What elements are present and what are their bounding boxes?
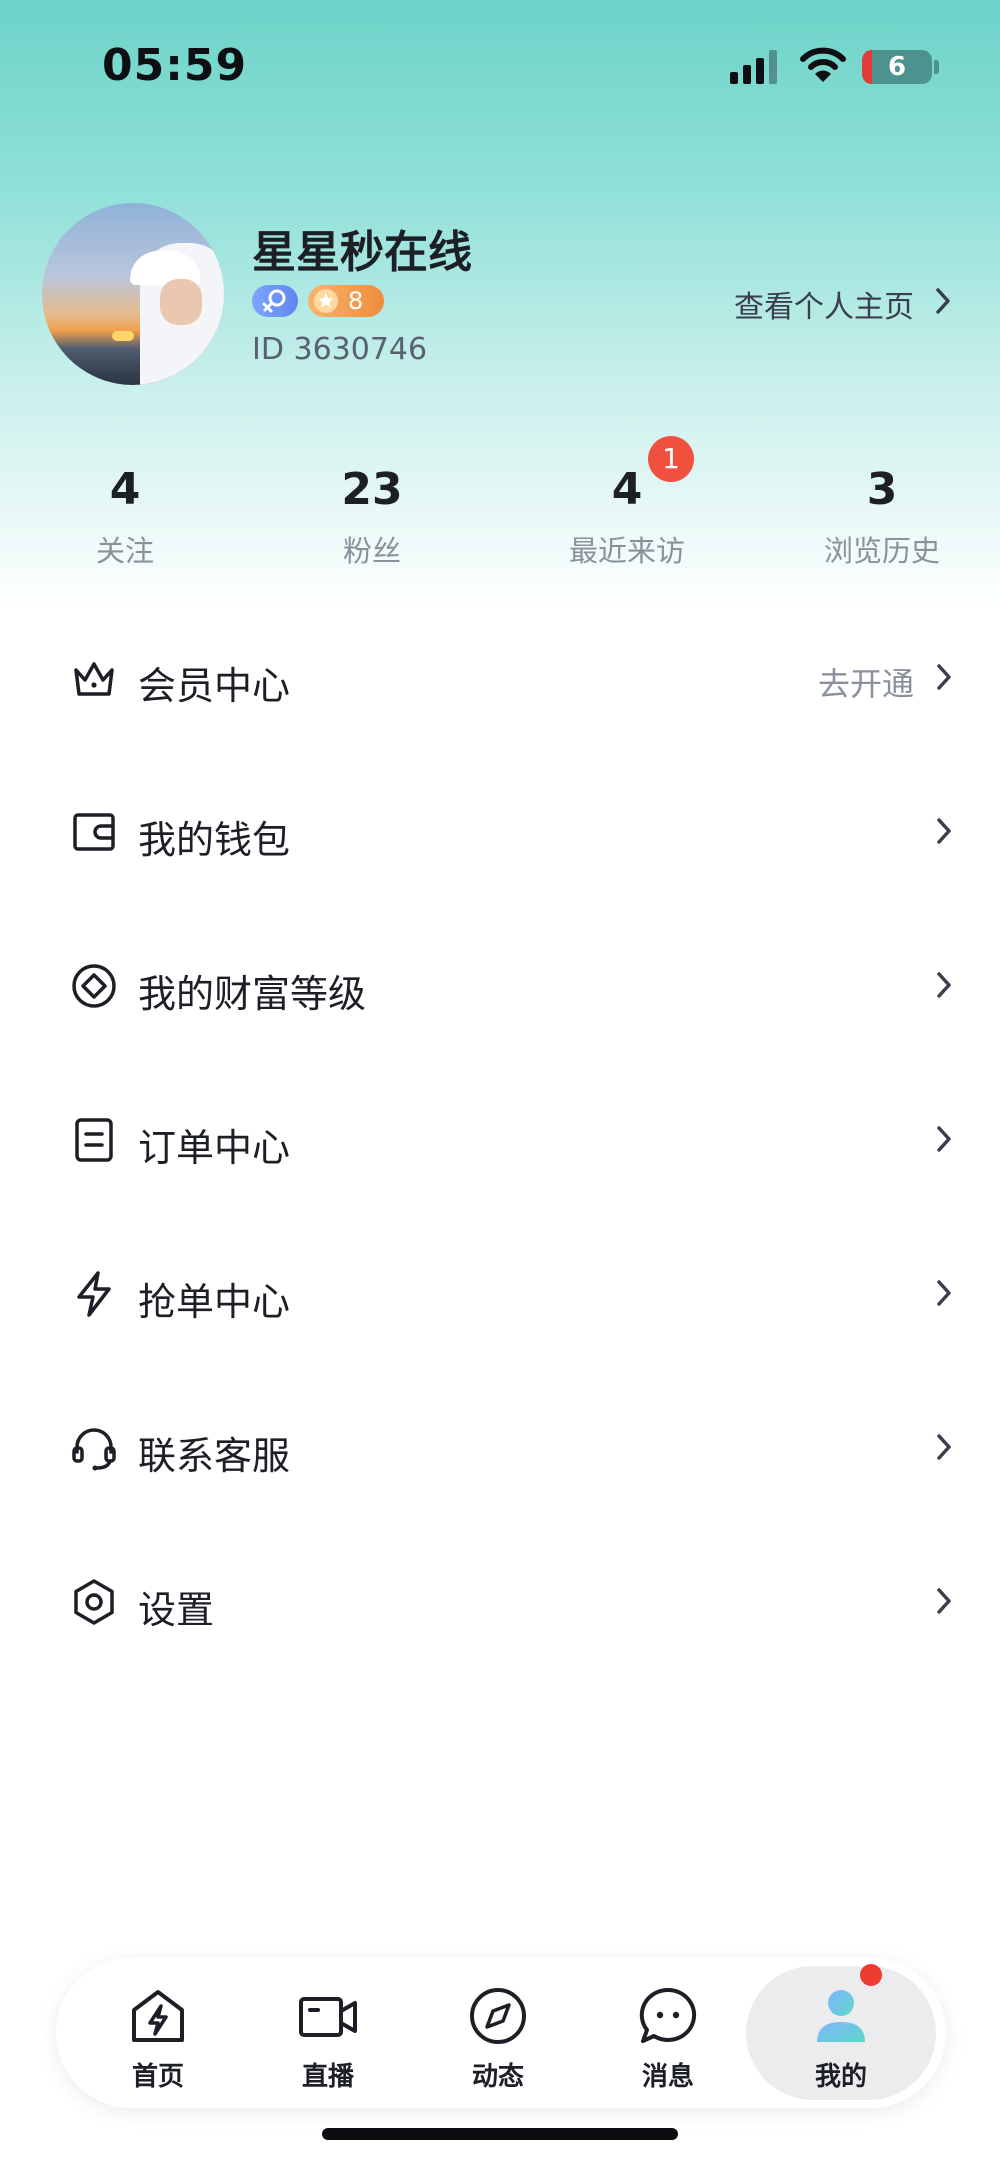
user-id: ID 3630746	[252, 332, 428, 367]
wifi-icon	[800, 47, 846, 82]
chat-bubble-icon	[639, 1987, 697, 2043]
tab-messages[interactable]: 消息	[583, 1958, 753, 2108]
menu-item-vip-center[interactable]: 会员中心 去开通	[0, 617, 1000, 737]
stat-value: 4	[109, 464, 141, 515]
stat-label: 最近来访	[568, 534, 685, 568]
chevron-right-icon[interactable]	[932, 286, 954, 316]
username: 星星秒在线	[252, 227, 472, 278]
tab-moments[interactable]: 动态	[413, 1958, 583, 2108]
gender-badge	[252, 285, 298, 317]
tab-label: 首页	[131, 2062, 184, 2092]
compass-icon	[470, 1988, 526, 2044]
chevron-right-icon	[937, 664, 951, 690]
level-number: 8	[348, 287, 364, 315]
menu-label: 我的钱包	[138, 818, 291, 862]
star-icon	[314, 289, 338, 313]
status-bar: 05:59 6	[0, 0, 1000, 130]
stat-value: 3	[866, 464, 898, 515]
mine-notification-dot	[860, 1964, 882, 1986]
avatar-face	[160, 279, 202, 325]
order-document-icon	[75, 1118, 113, 1162]
chevron-right-icon	[937, 1280, 951, 1306]
stat-value: 23	[341, 464, 403, 515]
tab-label: 我的	[814, 2062, 867, 2092]
video-camera-icon	[299, 1997, 357, 2037]
menu-item-wallet[interactable]: 我的钱包	[0, 771, 1000, 891]
menu-label: 联系客服	[138, 1434, 291, 1478]
menu-item-customer-service[interactable]: 联系客服	[0, 1387, 1000, 1507]
tab-mine[interactable]: 我的	[746, 1966, 936, 2100]
menu-hint: 去开通	[817, 665, 914, 703]
menu-item-settings[interactable]: 设置	[0, 1541, 1000, 1661]
avatar[interactable]	[42, 203, 224, 385]
stat-fans[interactable]: 23 粉丝	[247, 462, 497, 570]
chevron-right-icon	[937, 972, 951, 998]
female-icon	[262, 289, 286, 313]
wallet-icon	[73, 813, 115, 851]
view-profile-link[interactable]: 查看个人主页	[734, 282, 914, 326]
stat-label: 粉丝	[342, 534, 401, 568]
tab-label: 动态	[471, 2062, 524, 2092]
stat-value: 4	[611, 464, 643, 515]
chevron-right-icon	[937, 818, 951, 844]
menu-item-order-center[interactable]: 订单中心	[0, 1079, 1000, 1199]
chevron-right-icon	[937, 1588, 951, 1614]
status-time: 05:59	[102, 40, 248, 91]
crown-icon	[74, 662, 114, 696]
battery-level: 6	[887, 52, 907, 82]
cellular-signal-icon	[730, 50, 777, 84]
menu-label: 我的财富等级	[138, 972, 367, 1016]
menu-item-wealth-level[interactable]: 我的财富等级	[0, 925, 1000, 1045]
battery-indicator: 6	[862, 50, 932, 84]
home-lightning-icon	[132, 1990, 184, 2042]
menu-label: 抢单中心	[138, 1280, 291, 1324]
stat-label: 关注	[95, 534, 154, 568]
lightning-icon	[77, 1271, 111, 1317]
level-badge: 8	[308, 285, 384, 317]
stat-following[interactable]: 4 关注	[0, 462, 250, 570]
diamond-level-icon	[72, 964, 116, 1008]
settings-hexagon-icon	[74, 1579, 114, 1625]
stat-browse-history[interactable]: 3 浏览历史	[757, 462, 1000, 570]
stat-label: 浏览历史	[823, 534, 940, 568]
bottom-nav: 首页 直播 动态 消息 我的	[56, 1958, 946, 2108]
visitors-notification-badge: 1	[648, 436, 694, 482]
tab-label: 消息	[641, 2062, 694, 2092]
stat-recent-visitors[interactable]: 4 最近来访	[502, 462, 752, 570]
tab-label: 直播	[301, 2062, 354, 2092]
profile-person-icon	[817, 1990, 865, 2042]
home-indicator	[322, 2128, 678, 2140]
tab-home[interactable]: 首页	[73, 1958, 243, 2108]
menu-label: 订单中心	[138, 1126, 291, 1170]
menu-label: 设置	[138, 1588, 215, 1632]
tab-live[interactable]: 直播	[243, 1958, 413, 2108]
menu-item-grab-order-center[interactable]: 抢单中心	[0, 1233, 1000, 1353]
battery-tip	[934, 60, 939, 74]
chevron-right-icon	[937, 1434, 951, 1460]
avatar-sunset	[112, 331, 134, 341]
menu-label: 会员中心	[138, 664, 291, 708]
headset-icon	[72, 1428, 116, 1471]
chevron-right-icon	[937, 1126, 951, 1152]
